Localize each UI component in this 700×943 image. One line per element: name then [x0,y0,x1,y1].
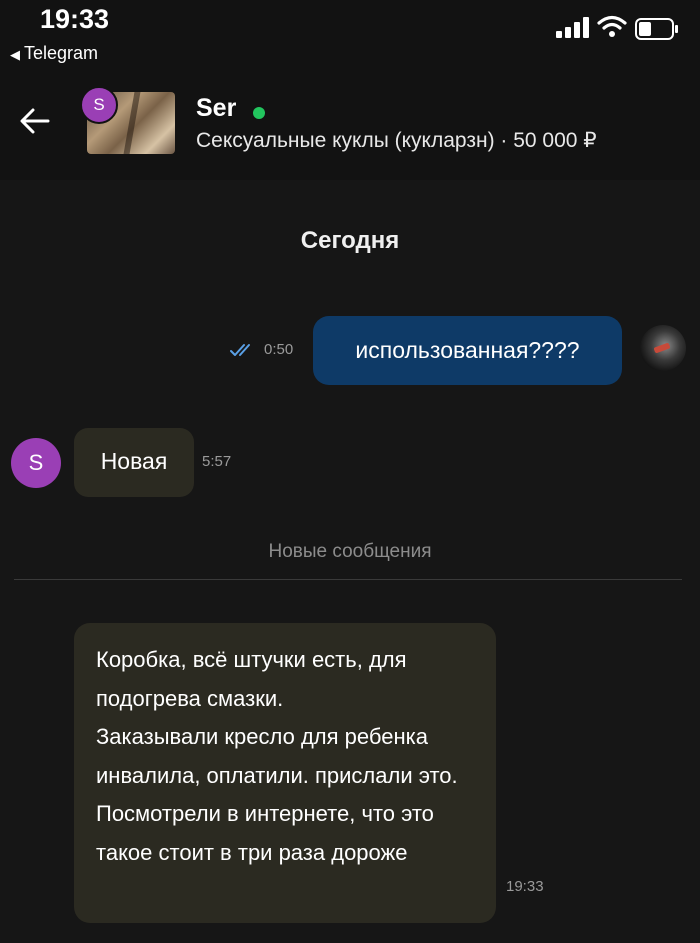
battery-icon [635,18,678,40]
message-time: 5:57 [202,453,232,470]
online-indicator [253,107,265,119]
message-bubble-outgoing[interactable]: использованная???? [313,316,622,385]
ad-title-price[interactable]: Сексуальные куклы (кукларзн) · 50 000 ₽ [196,128,597,153]
back-app-label: Telegram [24,43,99,63]
sender-avatar[interactable]: S [11,438,61,488]
message-bubble-incoming[interactable]: Новая [74,428,194,497]
user-avatar[interactable] [640,325,686,371]
day-separator: Сегодня [300,227,400,254]
status-bar: 19:33 ◀ Telegram [0,0,700,70]
chat-header: S Ser Сексуальные куклы (кукларзн) · 50 … [0,70,700,180]
double-check-icon [230,343,250,356]
message-meta-outgoing: 0:50 [230,341,293,358]
back-to-app-link[interactable]: ◀ Telegram [10,43,98,64]
back-triangle-icon: ◀ [10,47,20,62]
new-messages-divider [14,579,682,580]
wifi-icon [597,15,627,37]
message-time: 19:33 [506,878,544,895]
status-time: 19:33 [40,4,110,34]
message-time: 0:50 [264,341,294,358]
new-messages-divider-label: Новые сообщения [268,541,432,562]
cellular-signal-icon [556,17,589,38]
message-bubble-incoming[interactable]: Коробка, всё штучки есть, для подогрева … [74,623,496,923]
seller-name[interactable]: Ser [196,94,236,123]
message-text: Коробка, всё штучки есть, для подогрева … [96,647,458,865]
seller-avatar[interactable]: S [80,86,118,124]
back-arrow-icon[interactable] [18,104,52,138]
